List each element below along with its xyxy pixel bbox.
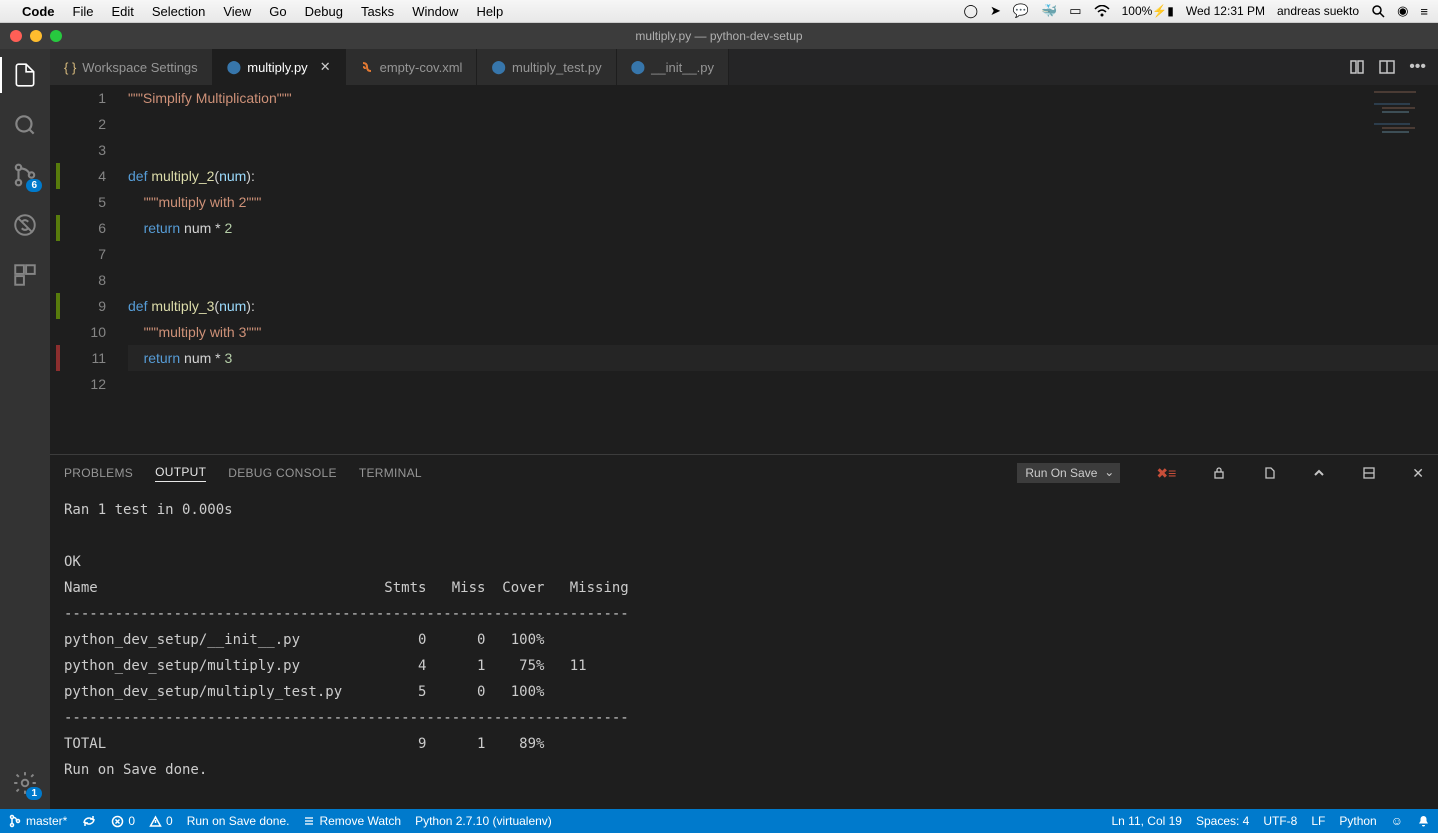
close-window-button[interactable] <box>10 30 22 42</box>
notifications-bell-icon[interactable] <box>1417 815 1430 828</box>
chat-icon[interactable]: 💬 <box>1013 3 1029 19</box>
panel-tab-debug-console[interactable]: DEBUG CONSOLE <box>228 466 337 480</box>
split-editor-icon[interactable] <box>1379 59 1395 75</box>
remove-watch-button[interactable]: Remove Watch <box>303 814 401 828</box>
code-content[interactable]: """Simplify Multiplication""" def multip… <box>128 85 1438 454</box>
tab-empty-cov[interactable]: empty-cov.xml <box>346 49 478 85</box>
extensions-icon[interactable] <box>11 261 39 289</box>
sync-icon[interactable] <box>81 814 97 828</box>
spotlight-icon[interactable] <box>1371 4 1385 18</box>
tab-multiply-test[interactable]: ⬤ multiply_test.py <box>477 49 616 85</box>
xml-icon <box>360 60 374 74</box>
menu-tasks[interactable]: Tasks <box>361 4 394 19</box>
indentation[interactable]: Spaces: 4 <box>1196 814 1249 828</box>
search-icon[interactable] <box>11 111 39 139</box>
menu-help[interactable]: Help <box>476 4 503 19</box>
menu-debug[interactable]: Debug <box>305 4 343 19</box>
tab-workspace-settings[interactable]: { } Workspace Settings <box>50 49 213 85</box>
output-body[interactable]: Ran 1 test in 0.000s OK Name Stmts Miss … <box>50 491 1438 809</box>
tab-label: empty-cov.xml <box>380 60 463 75</box>
traffic-lights <box>10 30 62 42</box>
menu-app[interactable]: Code <box>22 4 55 19</box>
python-icon: ⬤ <box>227 59 242 75</box>
tab-label: Workspace Settings <box>82 60 197 75</box>
eol[interactable]: LF <box>1311 814 1325 828</box>
notifications-icon[interactable]: ≡ <box>1420 4 1428 19</box>
macos-menubar: Code File Edit Selection View Go Debug T… <box>0 0 1438 23</box>
line-gutter: 123456789101112 <box>50 85 128 454</box>
warnings-count[interactable]: 0 <box>149 814 173 828</box>
window-titlebar: multiply.py — python-dev-setup <box>0 23 1438 49</box>
panel-tabbar: PROBLEMS OUTPUT DEBUG CONSOLE TERMINAL R… <box>50 455 1438 491</box>
compare-icon[interactable] <box>1349 59 1365 75</box>
panel-tab-output[interactable]: OUTPUT <box>155 465 206 482</box>
source-control-icon[interactable]: 6 <box>11 161 39 189</box>
git-branch[interactable]: master* <box>8 814 67 828</box>
menu-go[interactable]: Go <box>269 4 286 19</box>
settings-badge: 1 <box>26 787 42 800</box>
open-file-icon[interactable] <box>1262 466 1276 480</box>
circle-icon[interactable]: ◯ <box>963 3 978 19</box>
menu-view[interactable]: View <box>223 4 251 19</box>
menu-selection[interactable]: Selection <box>152 4 205 19</box>
explorer-icon[interactable] <box>11 61 39 89</box>
menu-window[interactable]: Window <box>412 4 458 19</box>
tab-label: __init__.py <box>651 60 714 75</box>
menu-edit[interactable]: Edit <box>111 4 133 19</box>
wifi-icon[interactable] <box>1094 5 1110 17</box>
clock[interactable]: Wed 12:31 PM <box>1186 4 1265 18</box>
activity-bar: 6 1 <box>0 49 50 809</box>
window-title: multiply.py — python-dev-setup <box>635 29 802 43</box>
close-icon[interactable]: ✕ <box>320 59 331 75</box>
tab-init[interactable]: ⬤ __init__.py <box>617 49 729 85</box>
code-editor[interactable]: 123456789101112 """Simplify Multiplicati… <box>50 85 1438 454</box>
tab-label: multiply_test.py <box>512 60 602 75</box>
minimap[interactable] <box>1374 89 1434 189</box>
panel-tab-problems[interactable]: PROBLEMS <box>64 466 133 480</box>
braces-icon: { } <box>64 60 76 75</box>
clear-output-icon[interactable]: ✖≡ <box>1156 465 1176 482</box>
battery-status[interactable]: 100% ⚡▮ <box>1122 4 1174 18</box>
language-mode[interactable]: Python <box>1339 814 1376 828</box>
feedback-icon[interactable]: ☺ <box>1391 814 1403 828</box>
output-channel-select[interactable]: Run On Save <box>1017 463 1120 483</box>
status-bar: master* 0 0 Run on Save done. Remove Wat… <box>0 809 1438 833</box>
siri-icon[interactable]: ◉ <box>1397 3 1408 19</box>
tab-label: multiply.py <box>247 60 307 75</box>
errors-count[interactable]: 0 <box>111 814 135 828</box>
bottom-panel: PROBLEMS OUTPUT DEBUG CONSOLE TERMINAL R… <box>50 454 1438 809</box>
display-icon[interactable]: ▭ <box>1069 3 1081 19</box>
chevron-up-icon[interactable] <box>1312 466 1326 480</box>
maximize-window-button[interactable] <box>50 30 62 42</box>
debug-icon[interactable] <box>11 211 39 239</box>
encoding[interactable]: UTF-8 <box>1263 814 1297 828</box>
python-icon: ⬤ <box>491 59 506 75</box>
settings-icon[interactable]: 1 <box>11 769 39 797</box>
cursor-position[interactable]: Ln 11, Col 19 <box>1111 814 1182 828</box>
location-icon[interactable]: ➤ <box>990 3 1001 19</box>
lock-scroll-icon[interactable] <box>1212 466 1226 480</box>
run-on-save-status[interactable]: Run on Save done. <box>187 814 290 828</box>
close-panel-icon[interactable]: ✕ <box>1412 465 1424 482</box>
more-icon[interactable]: ••• <box>1409 58 1426 76</box>
scm-badge: 6 <box>26 179 42 192</box>
minimize-window-button[interactable] <box>30 30 42 42</box>
user-name[interactable]: andreas suekto <box>1277 4 1359 18</box>
python-interpreter[interactable]: Python 2.7.10 (virtualenv) <box>415 814 552 828</box>
python-icon: ⬤ <box>631 59 646 75</box>
editor-tabbar: { } Workspace Settings ⬤ multiply.py ✕ e… <box>50 49 1438 85</box>
menu-file[interactable]: File <box>73 4 94 19</box>
panel-tab-terminal[interactable]: TERMINAL <box>359 466 422 480</box>
docker-icon[interactable]: 🐳 <box>1041 3 1057 19</box>
maximize-panel-icon[interactable] <box>1362 466 1376 480</box>
tab-multiply[interactable]: ⬤ multiply.py ✕ <box>213 49 346 85</box>
